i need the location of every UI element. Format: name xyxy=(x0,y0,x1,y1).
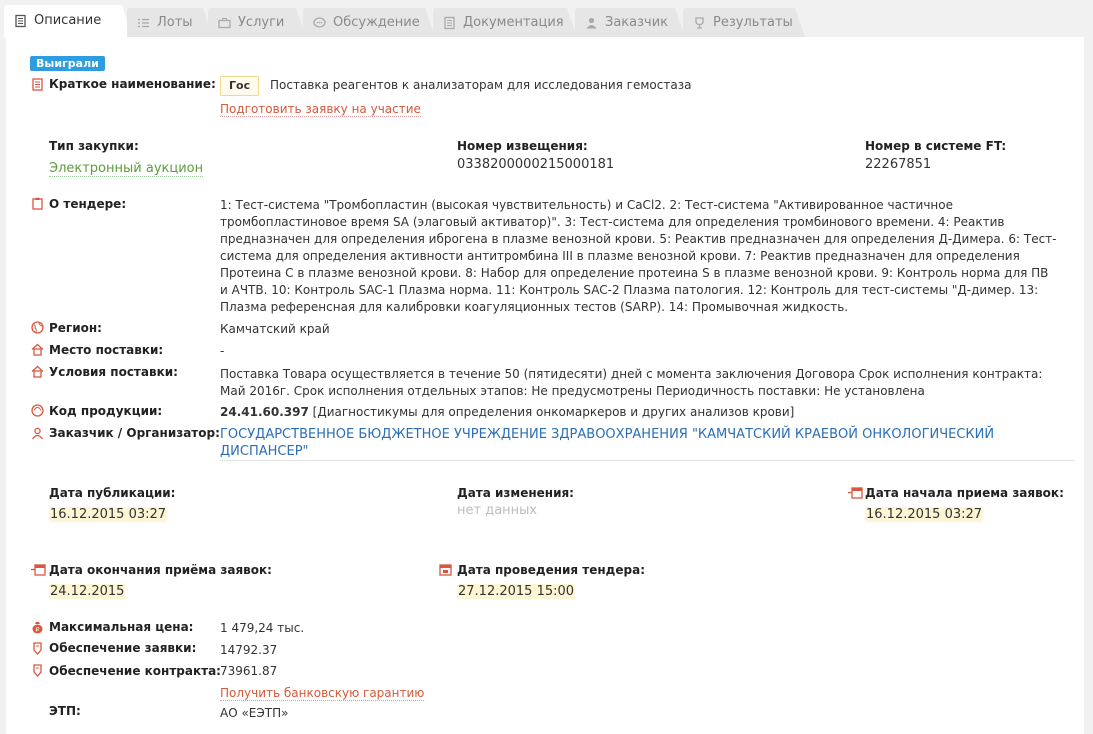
product-code-label: Код продукции: xyxy=(49,404,163,418)
status-badge: Выиграли xyxy=(30,56,105,71)
tab-discussion[interactable]: Обсуждение xyxy=(303,8,435,37)
gos-badge: Гос xyxy=(220,76,260,96)
ft-number-value: 22267851 xyxy=(865,157,932,172)
description-panel: Выиграли Краткое наименование: Гос Поста… xyxy=(6,37,1084,734)
published-date-value: 16.12.2015 03:27 xyxy=(49,507,168,522)
contract-security-icon xyxy=(33,664,42,677)
region-label: Регион: xyxy=(49,321,102,335)
product-code-description: [Диагностикумы для определения онкомарке… xyxy=(312,405,795,419)
delivery-terms-text: Поставка Товара осуществляется в течение… xyxy=(220,367,1043,398)
bid-security-label: Обеспечение заявки: xyxy=(49,641,197,655)
clipboard-icon xyxy=(32,197,43,210)
delivery-place-label: Место поставки: xyxy=(49,343,164,357)
person-icon xyxy=(31,427,44,440)
barcode-icon xyxy=(31,404,44,417)
accept-end-label: Дата окончания приёма заявок: xyxy=(49,563,272,577)
purchase-type-label: Тип закупки: xyxy=(49,139,139,153)
tab-description[interactable]: Описание xyxy=(4,5,132,37)
tab-services[interactable]: Услуги xyxy=(208,8,306,37)
tab-bar: Описание Лоты Услуги Обсуждение Документ… xyxy=(0,0,1093,37)
max-price-value: 1 479,24 тыс. xyxy=(220,621,305,635)
tab-results[interactable]: Результаты xyxy=(683,8,805,37)
purchase-type-link[interactable]: Электронный аукцион xyxy=(49,161,204,177)
accept-start-label: Дата начала приема заявок: xyxy=(865,486,1064,500)
calendar-start-icon xyxy=(848,487,863,499)
contract-security-label: Обеспечение контракта: xyxy=(49,664,221,678)
bank-guarantee-link[interactable]: Получить банковскую гарантию xyxy=(220,686,425,701)
contract-security-value: 73961.87 xyxy=(220,664,278,678)
tab-lots[interactable]: Лоты xyxy=(127,8,213,37)
etp-label: ЭТП: xyxy=(49,704,81,718)
tender-date-value: 27.12.2015 15:00 xyxy=(457,584,576,599)
money-bag-icon: ₽ xyxy=(32,622,43,634)
region-value: Камчатский край xyxy=(220,322,330,336)
changed-date-value: нет данных xyxy=(457,503,538,518)
prepare-application-link[interactable]: Подготовить заявку на участие xyxy=(220,102,421,117)
document-icon xyxy=(15,14,26,28)
delivery-terms-label: Условия поставки: xyxy=(49,365,178,379)
trophy-icon xyxy=(695,16,704,29)
globe-icon xyxy=(31,321,44,334)
short-name-value: Поставка реагентов к анализаторам для ис… xyxy=(270,78,692,92)
product-code: 24.41.60.397 xyxy=(220,405,309,419)
notice-number-label: Номер извещения: xyxy=(457,139,588,153)
etp-value: АО «ЕЭТП» xyxy=(220,706,289,720)
published-date-label: Дата публикации: xyxy=(49,486,176,500)
tab-customer[interactable]: Заказчик xyxy=(575,8,685,37)
bid-security-value: 14792.37 xyxy=(220,643,278,657)
delivery-place-value: - xyxy=(220,344,225,358)
customer-link[interactable]: ГОСУДАРСТВЕННОЕ БЮДЖЕТНОЕ УЧРЕЖДЕНИЕ ЗДР… xyxy=(220,426,994,460)
divider xyxy=(220,460,1075,461)
ft-number-label: Номер в системе FT: xyxy=(865,139,1007,153)
home-icon xyxy=(31,365,44,378)
about-label: О тендере: xyxy=(49,197,127,211)
about-text: 1: Тест-система "Тромбопластин (высокая … xyxy=(220,198,1057,314)
calendar-end-icon xyxy=(31,564,46,576)
file-icon xyxy=(444,16,455,29)
document-icon xyxy=(32,78,43,91)
notice-number-value: 0338200000215000181 xyxy=(457,157,615,172)
customer-label: Заказчик / Организатор: xyxy=(49,426,220,440)
tab-documentation[interactable]: Документация xyxy=(433,8,577,37)
max-price-label: Максимальная цена: xyxy=(49,620,194,634)
changed-date-label: Дата изменения: xyxy=(457,486,574,500)
chat-icon xyxy=(313,16,326,28)
short-name-label: Краткое наименование: xyxy=(49,77,216,91)
tender-date-label: Дата проведения тендера: xyxy=(457,563,645,577)
briefcase-icon xyxy=(218,17,231,28)
accept-start-value: 16.12.2015 03:27 xyxy=(865,507,984,522)
bid-security-icon xyxy=(33,642,42,655)
calendar-icon xyxy=(439,564,452,576)
svg-text:₽: ₽ xyxy=(36,627,40,634)
accept-end-value: 24.12.2015 xyxy=(49,584,126,599)
list-icon xyxy=(138,18,149,27)
home-icon xyxy=(31,343,44,356)
person-icon xyxy=(586,17,597,28)
product-code-value: 24.41.60.397 [Диагностикумы для определе… xyxy=(220,405,794,419)
